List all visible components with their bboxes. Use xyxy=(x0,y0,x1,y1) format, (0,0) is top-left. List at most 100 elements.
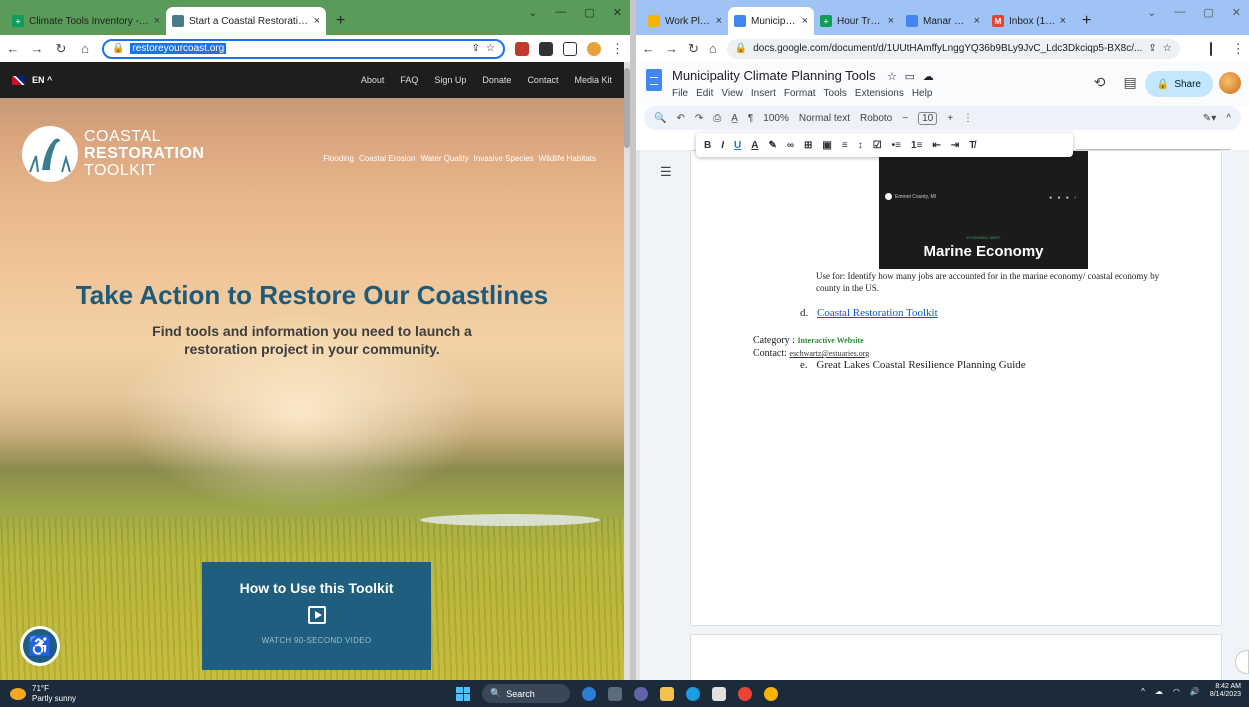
extension-icon[interactable] xyxy=(515,41,529,56)
task-view-icon[interactable] xyxy=(608,686,622,701)
close-icon[interactable]: × xyxy=(1060,15,1066,27)
play-icon[interactable] xyxy=(307,606,326,624)
video-card[interactable]: How to Use this Toolkit WATCH 90-SECOND … xyxy=(202,562,431,670)
menu-file[interactable]: File xyxy=(672,88,688,99)
minimize-button[interactable]: — xyxy=(1174,6,1185,19)
coastal-toolkit-link[interactable]: Coastal Restoration Toolkit xyxy=(817,307,938,319)
zoom-select[interactable]: 100% xyxy=(763,113,789,124)
doc-page-2[interactable] xyxy=(690,634,1222,680)
numbered-list-icon[interactable]: 1≡ xyxy=(911,140,922,151)
side-panel-icon[interactable] xyxy=(563,41,577,56)
close-icon[interactable]: × xyxy=(802,15,808,27)
doc-page[interactable]: Emmet County, MI ● ● ● › ECONOMIC DEEP M… xyxy=(690,150,1222,626)
site-logo[interactable]: COASTAL RESTORATION TOOLKIT xyxy=(22,126,204,182)
add-comment-icon[interactable]: ⊞ xyxy=(804,140,812,151)
checklist-icon[interactable]: ☑ xyxy=(873,140,882,151)
comments-icon[interactable]: ▤ xyxy=(1124,74,1137,91)
menu-extensions[interactable]: Extensions xyxy=(855,88,904,99)
close-window-button[interactable]: ✕ xyxy=(1232,6,1241,19)
link-icon[interactable]: ∞ xyxy=(787,140,794,151)
insert-image-icon[interactable]: ▣ xyxy=(822,140,831,151)
print-icon[interactable]: ⎙ xyxy=(713,113,721,124)
font-increase-button[interactable]: + xyxy=(947,113,953,124)
bookmark-star-icon[interactable]: ☆ xyxy=(486,43,495,54)
search-menus-icon[interactable]: 🔍 xyxy=(654,113,666,124)
font-decrease-button[interactable]: − xyxy=(902,113,908,124)
underline-icon[interactable]: U xyxy=(734,140,741,151)
cat-invasive-species[interactable]: Invasive Species xyxy=(474,154,534,163)
language-selector[interactable]: EN ^ xyxy=(32,75,52,85)
cat-wildlife-habitats[interactable]: Wildlife Habitats xyxy=(539,154,596,163)
tab-search-icon[interactable]: ⌄ xyxy=(1147,6,1156,19)
move-folder-icon[interactable]: ▭ xyxy=(905,71,915,83)
home-icon[interactable]: ⌂ xyxy=(78,41,92,56)
contact-email-link[interactable]: eschwartz@estuaries.org xyxy=(789,349,869,358)
nav-contact[interactable]: Contact xyxy=(527,75,558,85)
taskbar-search[interactable]: 🔍 Search xyxy=(482,684,570,703)
back-icon[interactable]: ← xyxy=(642,41,655,56)
more-menu-icon[interactable]: ⋮ xyxy=(1232,41,1245,57)
decrease-indent-icon[interactable]: ⇤ xyxy=(932,140,940,151)
cat-coastal-erosion[interactable]: Coastal Erosion xyxy=(359,154,415,163)
tab-manar[interactable]: Manar and Fr × xyxy=(900,7,986,35)
line-spacing-icon[interactable]: ↕ xyxy=(858,140,863,151)
onedrive-icon[interactable]: ☁ xyxy=(1155,687,1163,696)
reload-icon[interactable]: ↻ xyxy=(54,41,68,57)
address-bar[interactable]: 🔒 docs.google.com/document/d/1UUtHAmffyL… xyxy=(726,38,1180,59)
nav-faq[interactable]: FAQ xyxy=(400,75,418,85)
puzzle-icon[interactable] xyxy=(539,41,553,56)
clock[interactable]: 8:42 AM 8/14/2023 xyxy=(1210,683,1241,700)
menu-edit[interactable]: Edit xyxy=(696,88,713,99)
new-tab-button[interactable]: + xyxy=(326,7,355,35)
redo-icon[interactable]: ↷ xyxy=(695,113,703,124)
menu-format[interactable]: Format xyxy=(784,88,816,99)
file-explorer-icon[interactable] xyxy=(660,686,674,701)
bullet-list-icon[interactable]: •≡ xyxy=(892,140,901,151)
maximize-button[interactable]: ▢ xyxy=(1203,6,1213,19)
tab-municipality[interactable]: Municipality × xyxy=(728,7,814,35)
share-page-icon[interactable]: ⇪ xyxy=(1148,43,1156,54)
italic-icon[interactable]: I xyxy=(721,140,724,151)
forward-icon[interactable]: → xyxy=(30,41,44,56)
store-icon[interactable] xyxy=(712,686,726,701)
address-bar[interactable]: 🔒 restoreyourcoast.org ⇪ ☆ xyxy=(102,38,505,59)
doc-title[interactable]: Municipality Climate Planning Tools ☆ ▭ … xyxy=(672,68,934,83)
share-button[interactable]: 🔒 Share xyxy=(1144,71,1213,97)
cat-flooding[interactable]: Flooding xyxy=(323,154,354,163)
menu-help[interactable]: Help xyxy=(912,88,933,99)
weather-widget[interactable]: 71°F Partly sunny xyxy=(10,684,76,703)
tab-coastal-restoration[interactable]: Start a Coastal Restoration Project × xyxy=(166,7,326,35)
bold-icon[interactable]: B xyxy=(704,140,711,151)
close-icon[interactable]: × xyxy=(716,15,722,27)
close-icon[interactable]: × xyxy=(314,15,320,27)
marine-economy-image[interactable]: Emmet County, MI ● ● ● › ECONOMIC DEEP M… xyxy=(879,151,1088,269)
user-avatar[interactable] xyxy=(1219,72,1241,94)
more-menu-icon[interactable]: ⋮ xyxy=(611,41,624,57)
minimize-button[interactable]: — xyxy=(555,6,566,19)
star-icon[interactable]: ☆ xyxy=(887,71,897,83)
increase-indent-icon[interactable]: ⇥ xyxy=(951,140,959,151)
cat-water-quality[interactable]: Water Quality xyxy=(420,154,468,163)
style-select[interactable]: Normal text xyxy=(799,113,850,124)
nav-about[interactable]: About xyxy=(361,75,385,85)
more-tools-icon[interactable]: ⋮ xyxy=(963,113,973,124)
share-page-icon[interactable]: ⇪ xyxy=(472,43,480,54)
menu-insert[interactable]: Insert xyxy=(751,88,776,99)
nav-sign-up[interactable]: Sign Up xyxy=(434,75,466,85)
spellcheck-icon[interactable]: A̲ xyxy=(731,113,738,124)
outline-icon[interactable]: ☰ xyxy=(660,164,672,180)
menu-view[interactable]: View xyxy=(721,88,743,99)
bookmark-star-icon[interactable]: ☆ xyxy=(1163,43,1172,54)
tab-search-icon[interactable]: ⌄ xyxy=(528,6,537,19)
font-size-input[interactable]: 10 xyxy=(918,111,938,125)
text-color-icon[interactable]: A xyxy=(751,140,758,151)
teams-icon[interactable] xyxy=(634,686,648,701)
close-icon[interactable]: × xyxy=(974,15,980,27)
side-panel-toggle[interactable] xyxy=(1235,650,1249,674)
forward-icon[interactable]: → xyxy=(665,41,678,56)
google-docs-icon[interactable] xyxy=(646,69,662,91)
nav-donate[interactable]: Donate xyxy=(482,75,511,85)
bing-icon[interactable] xyxy=(582,686,596,701)
tray-overflow-icon[interactable]: ^ xyxy=(1141,687,1145,696)
side-panel-icon[interactable] xyxy=(1209,41,1212,56)
